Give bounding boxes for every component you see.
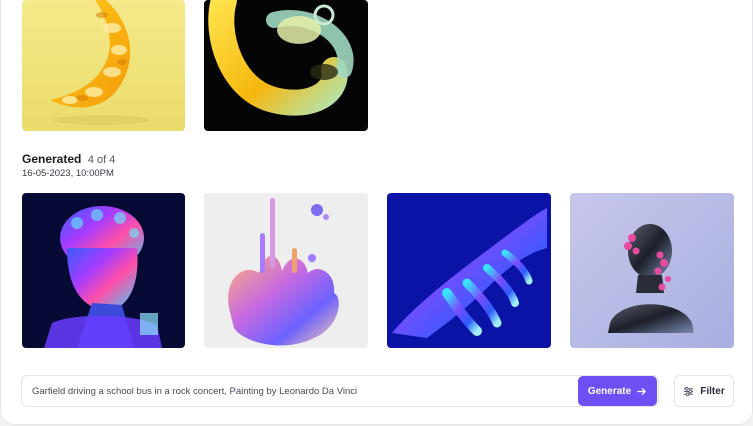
previous-image-1[interactable]: [22, 0, 185, 131]
filter-button[interactable]: Filter: [674, 375, 734, 407]
generated-image-4[interactable]: [570, 193, 734, 348]
generated-group-header: Generated 4 of 4: [22, 150, 115, 168]
arrow-right-icon: [637, 387, 646, 395]
filter-button-label: Filter: [700, 385, 725, 397]
group-title: Generated: [22, 152, 82, 166]
generated-image-3[interactable]: [387, 193, 551, 348]
prompt-input[interactable]: [32, 376, 572, 406]
prompt-bar: Generate: [21, 375, 659, 407]
group-date: 16-05-2023, 10:00PM: [22, 168, 114, 179]
generated-image-1[interactable]: [22, 193, 185, 348]
previous-image-2[interactable]: [204, 0, 368, 131]
group-count: 4 of 4: [87, 154, 116, 166]
sliders-icon: [684, 386, 694, 396]
generate-button[interactable]: Generate: [578, 376, 657, 406]
generated-image-2[interactable]: [204, 193, 368, 348]
generate-button-label: Generate: [587, 385, 632, 397]
generation-panel: Generated 4 of 4 16-05-2023, 10:00PM Gar…: [0, 0, 753, 425]
